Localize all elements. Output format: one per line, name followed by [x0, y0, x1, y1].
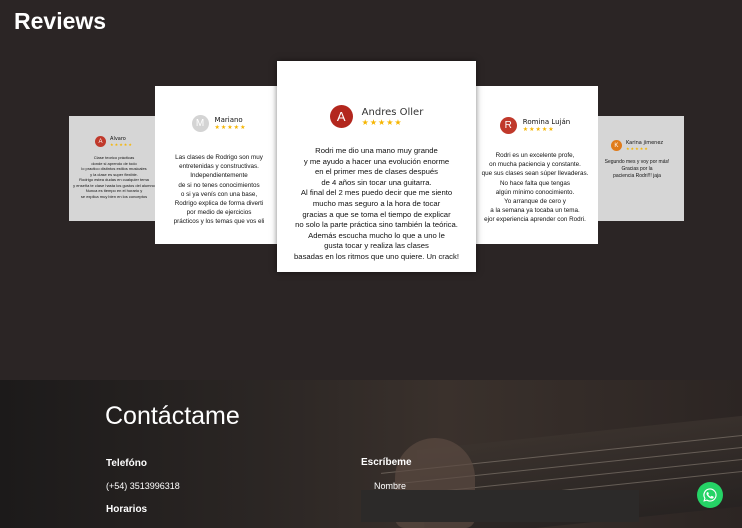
review-text: Rodri es un excelente profe, on mucha pa…	[481, 152, 589, 224]
whatsapp-button[interactable]	[697, 482, 723, 508]
avatar: A	[329, 105, 353, 128]
avatar: R	[499, 117, 517, 134]
rating-stars: ★★★★★	[214, 124, 247, 131]
reviewer-name: Mariano	[214, 116, 243, 124]
review-card-romina[interactable]: R Romina Luján ★★★★★ Rodri es un excelen…	[472, 86, 598, 244]
avatar: A	[95, 136, 107, 147]
rating-stars: ★★★★★	[110, 142, 133, 147]
whatsapp-icon	[703, 488, 717, 502]
review-text: Segundo mes y voy por más! Gracias por l…	[604, 159, 670, 179]
review-card-karina[interactable]: K Karina jimenez ★★★★★ Segundo mes y voy…	[590, 116, 684, 221]
avatar: K	[610, 140, 622, 151]
review-card-andres[interactable]: A Andres Oller ★★★★★ Rodri me dio una ma…	[277, 61, 476, 272]
phone-number[interactable]: (+54) 3513996318	[106, 481, 180, 491]
hours-label: Horarios	[106, 504, 148, 515]
review-text: Rodri me dio una mano muy grande y me ay…	[294, 146, 459, 261]
review-card-mariano[interactable]: M Mariano ★★★★★ Las clases de Rodrigo so…	[155, 86, 283, 244]
review-text: Las clases de Rodrigo son muy entretenid…	[173, 154, 265, 226]
review-card-alvaro[interactable]: A Alvaro ★★★★★ Clase teorico prácticas d…	[69, 116, 159, 221]
write-label: Escríbeme	[361, 457, 412, 468]
reviews-title: Reviews	[14, 8, 107, 34]
name-input[interactable]	[361, 490, 639, 522]
contact-title: Contáctame	[105, 402, 240, 430]
reviewer-name: Andres Oller	[361, 106, 424, 118]
contact-section: Contáctame Telefóno (+54) 3513996318 Hor…	[0, 380, 742, 528]
rating-stars: ★★★★★	[361, 117, 403, 127]
rating-stars: ★★★★★	[625, 146, 649, 151]
rating-stars: ★★★★★	[522, 126, 555, 133]
review-text: Clase teorico prácticas donde si aprendo…	[73, 155, 155, 199]
phone-label: Telefóno	[106, 458, 147, 469]
reviews-section: Reviews A Alvaro ★★★★★ Clase teorico prá…	[0, 0, 742, 380]
avatar: M	[191, 115, 209, 132]
reviewer-name: Romina Luján	[522, 118, 571, 126]
